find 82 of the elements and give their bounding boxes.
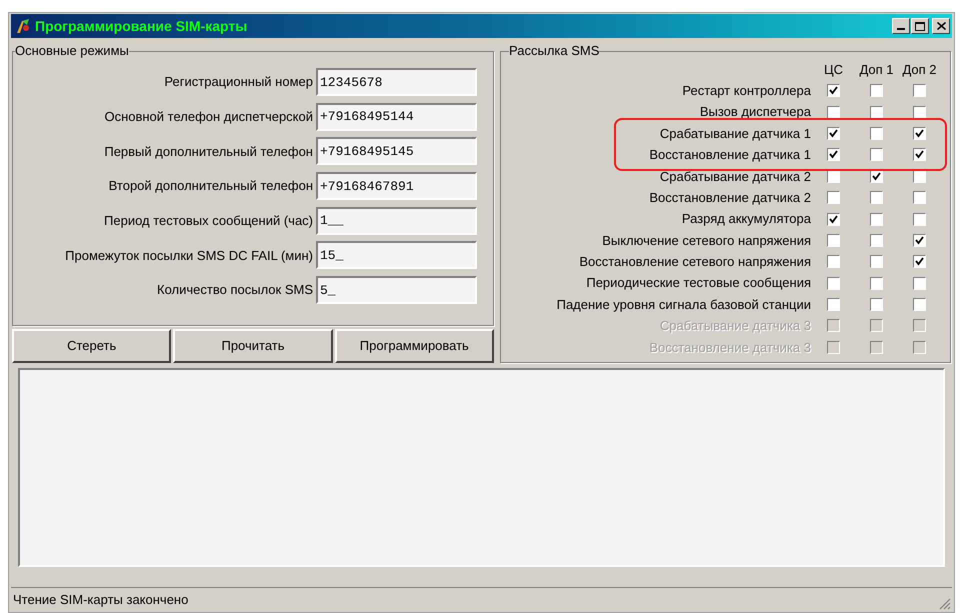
check-icon [915,128,924,138]
option-label: Периодические тестовые сообщения [585,274,812,292]
checkbox[interactable] [827,148,840,162]
checkbox[interactable] [827,126,840,140]
app-icon [14,17,32,35]
minimize-button[interactable] [892,18,910,34]
check-icon [829,86,838,96]
option-label: Разряд аккумулятора [680,210,812,228]
field-label: Первый дополнительный телефон [103,142,314,161]
check-icon [829,128,838,138]
check-icon [915,236,924,245]
checkbox[interactable] [913,212,926,226]
checkbox[interactable] [827,276,840,290]
checkbox[interactable] [913,276,926,290]
checkbox[interactable] [827,84,840,98]
action-button[interactable]: Стереть [12,329,172,363]
field-label: Количество посылок SMS [156,281,314,300]
checkbox[interactable] [827,234,840,247]
option-label: Падение уровня сигнала базовой станции [556,296,812,314]
window-title: Программирование SIM-карты [35,16,248,36]
option-label: Восстановление датчика 2 [648,188,812,207]
checkbox[interactable] [870,84,883,98]
column-header: Доп 2 [902,61,937,80]
checkbox[interactable] [913,255,926,268]
option-label: Срабатывание датчика 2 [658,168,812,186]
action-button[interactable]: Программировать [334,329,494,363]
group-title: Рассылка SMS [509,44,600,58]
checkbox[interactable] [913,191,926,204]
checkbox[interactable] [913,106,926,119]
checkbox[interactable] [913,126,926,140]
input-field[interactable]: +79168495145 [316,137,477,166]
field-label: Второй дополнительный телефон [108,177,314,196]
checkbox[interactable] [870,234,883,247]
resize-grip-icon [939,598,951,610]
checkbox[interactable] [870,276,883,290]
field-label: Промежуток посылки SMS DC FAIL (мин) [64,246,314,265]
option-label: Восстановление сетевого напряжения [578,253,812,272]
checkbox[interactable] [827,298,840,312]
checkbox[interactable] [870,191,883,204]
check-icon [829,150,838,160]
minimize-icon [897,28,905,30]
checkbox[interactable] [870,126,883,140]
action-button[interactable]: Прочитать [173,329,333,363]
checkbox[interactable] [913,298,926,312]
field-label: Период тестовых сообщений (час) [103,212,314,230]
close-icon [936,22,946,30]
check-icon [829,214,838,224]
checkbox[interactable] [913,234,926,247]
field-label: Основной телефон диспетчерской [103,108,314,126]
input-field[interactable]: 5_ [316,276,477,304]
column-header: ЦС [824,61,844,80]
option-label: Восстановление датчика 1 [648,146,812,164]
status-text: Чтение SIM-карты закончено [13,590,188,609]
group-title: Основные режимы [15,44,129,58]
checkbox[interactable] [827,212,840,226]
option-label: Выключение сетевого напряжения [601,232,812,250]
checkbox[interactable] [827,191,840,204]
checkbox[interactable] [827,106,840,119]
maximize-icon [915,22,925,30]
checkbox[interactable] [827,255,840,268]
check-icon [872,172,881,181]
checkbox[interactable] [870,106,883,119]
column-header: Доп 1 [859,61,894,80]
check-icon [915,257,924,266]
option-label: Срабатывание датчика 1 [658,124,812,143]
checkbox[interactable] [870,255,883,268]
checkbox[interactable] [913,84,926,98]
checkbox[interactable] [870,298,883,312]
field-label: Регистрационный номер [163,73,314,92]
input-field[interactable]: 15_ [316,241,477,270]
checkbox[interactable] [870,212,883,226]
check-icon [915,150,924,160]
input-field[interactable]: +79168467891 [316,172,477,200]
checkbox[interactable] [913,148,926,162]
input-field[interactable]: +79168495144 [316,102,477,131]
option-label: Вызов диспетчера [698,103,812,122]
checkbox[interactable] [870,148,883,162]
input-field[interactable]: 1__ [316,206,477,235]
close-button[interactable] [932,18,950,34]
option-label: Рестарт контроллера [681,82,812,100]
maximize-button[interactable] [911,18,929,34]
input-field[interactable]: 12345678 [316,68,477,96]
